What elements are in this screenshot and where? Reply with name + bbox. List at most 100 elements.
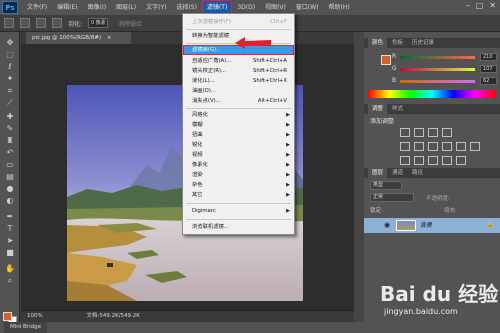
status-bar: 100% 文档:549.2K/549.2K	[21, 310, 354, 322]
posterize-icon[interactable]	[414, 156, 424, 165]
menu-type[interactable]: 文字(Y)	[141, 0, 171, 15]
shape-icon[interactable]: ■	[4, 248, 16, 258]
black-white-icon[interactable]	[442, 142, 452, 151]
gradient-map-icon[interactable]	[442, 156, 452, 165]
menu-help[interactable]: 帮助(H)	[324, 0, 355, 15]
zoom-icon[interactable]: ⌕	[4, 276, 16, 286]
red-arrow-icon	[235, 37, 271, 49]
levels-icon[interactable]	[414, 128, 424, 137]
menu-item-digimarc[interactable]: Digimarc ▶	[183, 206, 294, 216]
threshold-icon[interactable]	[428, 156, 438, 165]
brightness-icon[interactable]	[400, 128, 410, 137]
tab-layers[interactable]: 图层	[368, 168, 388, 178]
close-tab-icon[interactable]: ×	[107, 35, 112, 41]
baidu-watermark: Bai du 经验 jingyan.baidu.com	[380, 278, 498, 330]
blend-mode-select[interactable]: 正常	[370, 193, 414, 202]
eyedropper-icon[interactable]: ⟋	[4, 98, 16, 108]
menu-item-render[interactable]: 渲染 ▶	[183, 170, 294, 180]
antialias-label[interactable]: 消除锯齿	[118, 19, 142, 28]
tab-channels[interactable]: 通道	[388, 168, 407, 178]
submenu-arrow-icon: ▶	[286, 162, 290, 168]
menu-item-video[interactable]: 视频 ▶	[183, 150, 294, 160]
vibrance-icon[interactable]	[400, 142, 410, 151]
submenu-arrow-icon: ▶	[286, 172, 290, 178]
layer-kind-filter[interactable]: 类型	[370, 181, 402, 190]
tools-panel: ✥ ⬚ ℓ ✦ ⌗ ⟋ ✚ ✎ ♜ ↶ ▭ ▤ ● ◐ ✒ T ➤ ■ ✋ ⌕	[0, 32, 20, 322]
hue-saturation-icon[interactable]	[414, 142, 424, 151]
zoom-level[interactable]: 100%	[27, 313, 43, 319]
menu-layer[interactable]: 图层(L)	[111, 0, 141, 15]
menu-image[interactable]: 图像(I)	[83, 0, 111, 15]
menu-file[interactable]: 文件(F)	[22, 0, 52, 15]
menu-item-stylize[interactable]: 风格化 ▶	[183, 110, 294, 120]
menu-item-browse-online-filters[interactable]: 浏览联机滤镜...	[183, 222, 294, 232]
exposure-icon[interactable]	[442, 128, 452, 137]
menu-item-vanishing-point[interactable]: 消失点(V)... Alt+Ctrl+V	[183, 96, 294, 106]
eye-icon[interactable]: ◉	[384, 221, 390, 229]
color-balance-icon[interactable]	[428, 142, 438, 151]
lock-icon: 🔒	[486, 221, 494, 228]
menu-item-pixelate[interactable]: 像素化 ▶	[183, 160, 294, 170]
feather-input[interactable]: 0 像素	[88, 18, 109, 28]
invert-icon[interactable]	[400, 156, 410, 165]
submenu-arrow-icon: ▶	[286, 142, 290, 148]
dodge-icon[interactable]: ◐	[4, 196, 16, 206]
submenu-arrow-icon: ▶	[286, 132, 290, 138]
marquee-icon[interactable]: ⬚	[4, 50, 16, 60]
hand-icon[interactable]: ✋	[4, 264, 16, 274]
mini-bridge-tab[interactable]: Mini Bridge	[4, 322, 47, 333]
menu-window[interactable]: 窗口(W)	[291, 0, 324, 15]
document-tab[interactable]: pic.jpg @ 100%(RGB/8#) ×	[26, 32, 131, 44]
layer-name: 背景	[420, 222, 433, 229]
menu-item-oil-paint[interactable]: 油画(O)...	[183, 86, 294, 96]
document-title: pic.jpg @ 100%(RGB/8#)	[32, 35, 102, 41]
watermark-url: jingyan.baidu.com	[384, 307, 458, 316]
channel-mixer-icon[interactable]	[470, 142, 480, 151]
crop-icon[interactable]: ⌗	[4, 86, 16, 96]
history-brush-icon[interactable]: ↶	[4, 148, 16, 158]
submenu-arrow-icon: ▶	[286, 112, 290, 118]
move-icon[interactable]: ✥	[4, 38, 16, 48]
layer-thumbnail	[396, 220, 416, 231]
maximize-icon[interactable]: □	[476, 1, 484, 10]
path-select-icon[interactable]: ➤	[4, 236, 16, 246]
menu-item-lens-correction[interactable]: 镜头校正(R)... Shift+Ctrl+R	[183, 66, 294, 76]
lasso-icon[interactable]: ℓ	[4, 62, 16, 72]
brush-icon[interactable]: ✎	[4, 124, 16, 134]
layer-background[interactable]: ◉ 背景 🔒	[364, 218, 500, 233]
magic-wand-icon[interactable]: ✦	[4, 74, 16, 84]
submenu-arrow-icon: ▶	[286, 152, 290, 158]
tab-paths[interactable]: 路径	[408, 168, 427, 178]
marquee-icon[interactable]	[4, 18, 14, 28]
add-selection-icon[interactable]	[36, 18, 46, 28]
subtract-selection-icon[interactable]	[52, 18, 62, 28]
menu-item-liquify[interactable]: 液化(L)... Shift+Ctrl+X	[183, 76, 294, 86]
watermark-main: Bai du 经验	[380, 282, 499, 306]
type-icon[interactable]: T	[4, 224, 16, 234]
menu-item-adaptive-wide-angle[interactable]: 自适应广角(A)... Shift+Ctrl+A	[183, 56, 294, 66]
minimize-icon[interactable]: –	[466, 1, 470, 10]
curves-icon[interactable]	[428, 128, 438, 137]
menu-item-sharpen[interactable]: 锐化 ▶	[183, 140, 294, 150]
menu-item-blur[interactable]: 模糊 ▶	[183, 120, 294, 130]
feather-label: 羽化:	[68, 20, 83, 28]
gradient-icon[interactable]: ▤	[4, 172, 16, 182]
pen-icon[interactable]: ✒	[4, 212, 16, 222]
photo-filter-icon[interactable]	[456, 142, 466, 151]
lock-label: 锁定:	[370, 208, 383, 214]
menu-edit[interactable]: 编辑(E)	[52, 0, 82, 15]
menu-item-distort[interactable]: 扭曲 ▶	[183, 130, 294, 140]
menu-item-noise[interactable]: 杂色 ▶	[183, 180, 294, 190]
healing-icon[interactable]: ✚	[4, 112, 16, 122]
close-icon[interactable]: ✕	[489, 1, 496, 10]
menu-item-other[interactable]: 其它 ▶	[183, 190, 294, 200]
blur-icon[interactable]: ●	[4, 184, 16, 194]
foreground-color-swatch[interactable]	[3, 312, 12, 321]
submenu-arrow-icon: ▶	[286, 122, 290, 128]
new-selection-icon[interactable]	[20, 18, 30, 28]
eraser-icon[interactable]: ▭	[4, 160, 16, 170]
opacity-label: 不透明度:	[426, 196, 450, 202]
selective-color-icon[interactable]	[456, 156, 466, 165]
stamp-icon[interactable]: ♜	[4, 136, 16, 146]
submenu-arrow-icon: ▶	[286, 208, 290, 214]
